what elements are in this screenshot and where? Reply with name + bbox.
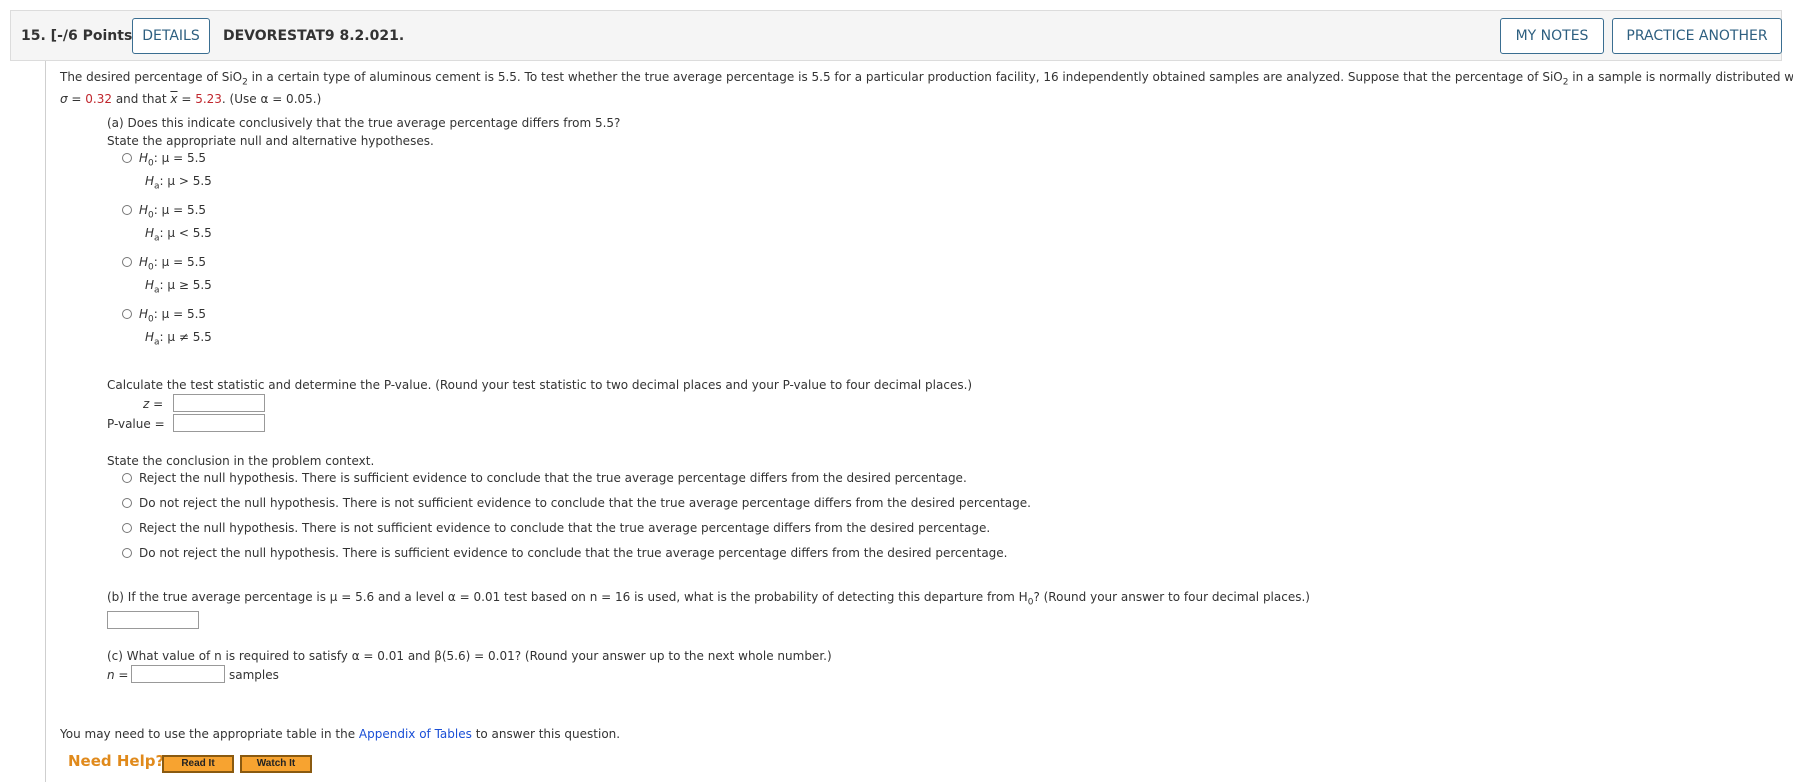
calc-prompt: Calculate the test statistic and determi… — [107, 378, 973, 392]
samples-label: samples — [229, 668, 279, 682]
appendix-of-tables-link[interactable]: Appendix of Tables — [359, 727, 472, 741]
question-body — [45, 61, 1783, 782]
n-input[interactable] — [131, 665, 225, 683]
watch-it-button[interactable]: Watch It — [240, 755, 312, 773]
need-help-label: Need Help? — [68, 752, 165, 770]
z-label: z = — [143, 397, 164, 411]
question-number: 15. [-/6 Points] — [21, 28, 139, 44]
conclusion-prompt: State the conclusion in the problem cont… — [107, 454, 375, 468]
conclusion-option-2-radio[interactable] — [122, 498, 132, 508]
hypothesis-option-3-radio[interactable] — [122, 257, 132, 267]
assignment-code: DEVORESTAT9 8.2.021. — [223, 28, 405, 44]
hypothesis-option-2-h0: H0: μ = 5.5 — [139, 203, 207, 221]
question-header: 15. [-/6 Points] DETAILS DEVORESTAT9 8.2… — [10, 10, 1782, 61]
hypotheses-prompt: State the appropriate null and alternati… — [107, 134, 434, 148]
conclusion-option-4-label: Do not reject the null hypothesis. There… — [139, 546, 1008, 560]
hypothesis-option-1-h0: H0: μ = 5.5 — [139, 151, 207, 169]
conclusion-option-4-radio[interactable] — [122, 548, 132, 558]
conclusion-option-1-label: Reject the null hypothesis. There is suf… — [139, 471, 967, 485]
pvalue-input[interactable] — [173, 414, 265, 432]
problem-intro-line1: The desired percentage of SiO2 in a cert… — [60, 70, 1793, 88]
conclusion-option-2-label: Do not reject the null hypothesis. There… — [139, 496, 1031, 510]
problem-intro-line2: σ = 0.32 and that x = 5.23. (Use α = 0.0… — [60, 92, 322, 106]
hypothesis-option-4-radio[interactable] — [122, 309, 132, 319]
hypothesis-option-2-ha: Ha: μ < 5.5 — [145, 226, 212, 244]
details-button[interactable]: DETAILS — [132, 18, 210, 54]
hypothesis-option-2-radio[interactable] — [122, 205, 132, 215]
hypothesis-option-1-ha: Ha: μ > 5.5 — [145, 174, 212, 192]
hypothesis-option-1-radio[interactable] — [122, 153, 132, 163]
conclusion-option-3-radio[interactable] — [122, 523, 132, 533]
appendix-note: You may need to use the appropriate tabl… — [60, 727, 621, 741]
part-b-question: (b) If the true average percentage is μ … — [107, 590, 1310, 608]
pvalue-label: P-value = — [107, 417, 165, 431]
hypothesis-option-4-h0: H0: μ = 5.5 — [139, 307, 207, 325]
xbar-value: 5.23 — [195, 92, 222, 106]
conclusion-option-3-label: Reject the null hypothesis. There is not… — [139, 521, 991, 535]
hypothesis-option-4-ha: Ha: μ ≠ 5.5 — [145, 330, 212, 348]
z-input[interactable] — [173, 394, 265, 412]
sigma-value: 0.32 — [85, 92, 113, 106]
conclusion-option-1-radio[interactable] — [122, 473, 132, 483]
practice-another-button[interactable]: PRACTICE ANOTHER — [1612, 18, 1782, 54]
part-a-question: (a) Does this indicate conclusively that… — [107, 116, 621, 130]
hypothesis-option-3-h0: H0: μ = 5.5 — [139, 255, 207, 273]
n-label: n = — [107, 668, 129, 682]
hypothesis-option-3-ha: Ha: μ ≥ 5.5 — [145, 278, 212, 296]
part-c-question: (c) What value of n is required to satis… — [107, 649, 832, 663]
part-b-answer-input[interactable] — [107, 611, 199, 629]
read-it-button[interactable]: Read It — [162, 755, 234, 773]
my-notes-button[interactable]: MY NOTES — [1500, 18, 1604, 54]
